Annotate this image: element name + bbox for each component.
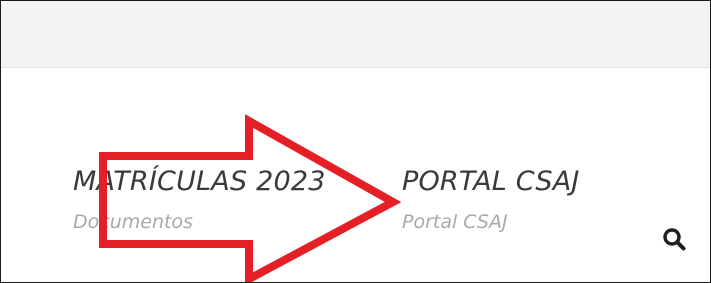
search-button[interactable] — [661, 226, 687, 252]
nav-item-title: PORTAL CSAJ — [402, 166, 580, 197]
nav-item-title: MATRÍCULAS 2023 — [73, 166, 326, 197]
page-frame: MATRÍCULAS 2023 Documentos PORTAL CSAJ P… — [0, 0, 711, 283]
nav-item-portal-csaj[interactable]: PORTAL CSAJ Portal CSAJ — [402, 166, 580, 233]
search-icon — [663, 228, 686, 251]
nav-item-subtitle: Documentos — [73, 211, 193, 233]
nav-item-matriculas[interactable]: MATRÍCULAS 2023 Documentos — [73, 166, 326, 233]
top-bar — [1, 1, 710, 68]
nav-item-subtitle: Portal CSAJ — [402, 211, 508, 233]
